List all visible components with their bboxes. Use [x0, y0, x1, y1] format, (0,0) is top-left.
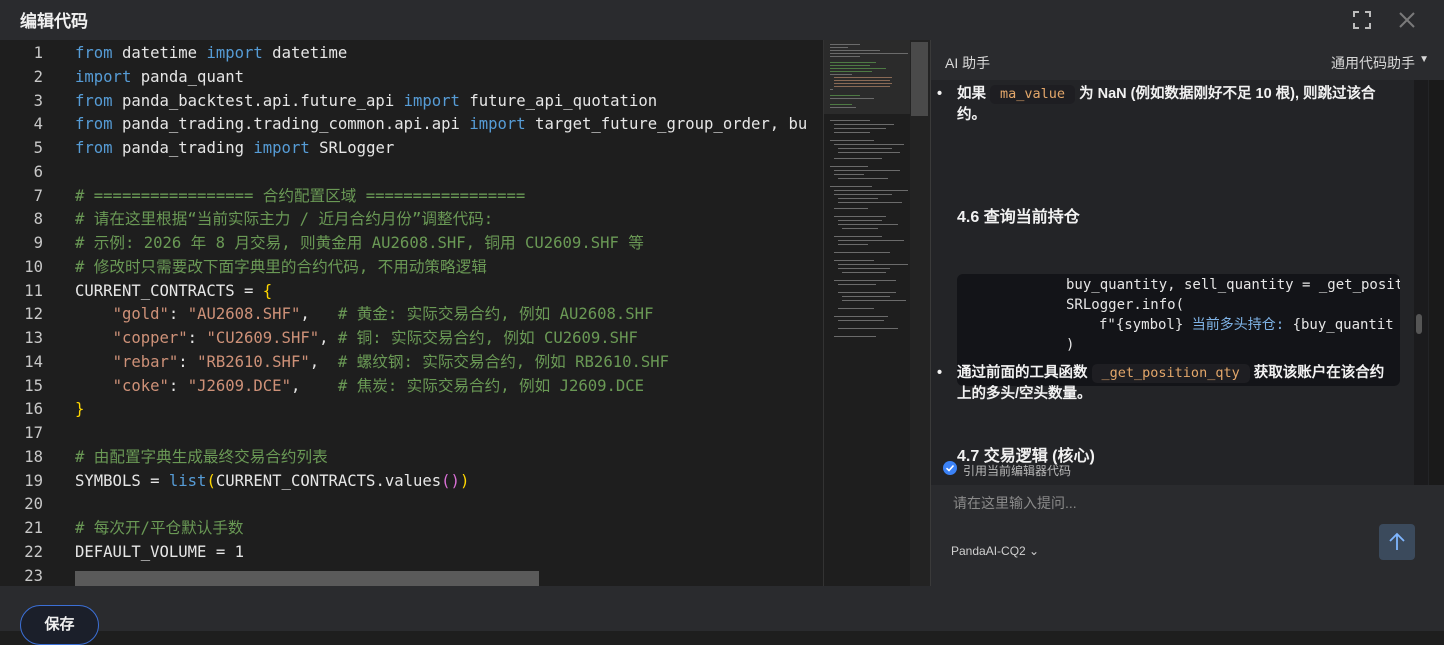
code-line: 18 # 由配置字典生成最终交易合约列表: [24, 448, 328, 466]
close-icon[interactable]: [1397, 10, 1417, 30]
code-line: 4 from panda_trading.trading_common.api.a…: [33, 115, 808, 133]
chat-messages: • 如果 ma_value 为 NaN (例如数据刚好不足 10 根), 则跳过该…: [931, 80, 1429, 485]
chat-scrollbar-thumb[interactable]: [1416, 314, 1422, 334]
code-line: 11 CURRENT_CONTRACTS = {: [24, 282, 273, 300]
code-line: 8 # 请在这里根据“当前实际主力 / 近月合约月份”调整代码:: [33, 210, 494, 228]
code-line: 2 import panda_quant: [33, 68, 245, 86]
editor-scrollbar-thumb[interactable]: [911, 42, 928, 116]
inline-code: _get_position_qty: [1091, 364, 1250, 383]
bullet-dot: •: [937, 365, 943, 381]
caret-down-icon[interactable]: ▼: [1419, 54, 1429, 65]
code-line: 15 "coke": "J2609.DCE", # 焦炭: 实际交易合约, 例如…: [24, 377, 645, 395]
selection-highlight: [75, 571, 539, 586]
question-input[interactable]: 请在这里输入提问...: [953, 493, 1077, 513]
code-line: 20: [24, 495, 43, 513]
list-item: • 通过前面的工具函数 _get_position_qty 获取该账户在该合约上的…: [937, 364, 1385, 402]
editor-minimap[interactable]: [823, 40, 911, 586]
code-line: 17: [24, 424, 43, 442]
ai-assistant-title: AI 助手: [945, 55, 991, 71]
code-line: 19 SYMBOLS = list(CURRENT_CONTRACTS.value…: [24, 472, 470, 490]
fullscreen-icon[interactable]: [1352, 10, 1372, 30]
code-line: 3 from panda_backtest.api.future_api impo…: [33, 92, 658, 110]
ai-assistant-panel: AI 助手 通用代码助手 ▼ • 如果 ma_value 为 NaN (例如数据刚…: [930, 40, 1444, 586]
code-line: 13 "copper": "CU2609.SHF", # 铜: 实际交易合约, …: [24, 329, 638, 347]
code-line: 22 DEFAULT_VOLUME = 1: [24, 543, 244, 561]
code-line: 16}: [24, 400, 85, 418]
code-line: 10 # 修改时只需要改下面字典里的合约代码, 不用动策略逻辑: [24, 258, 487, 276]
list-item: • 如果 ma_value 为 NaN (例如数据刚好不足 10 根), 则跳过该…: [937, 85, 1376, 123]
editor-scrollbar[interactable]: [910, 40, 930, 586]
arrow-up-icon: [1389, 532, 1405, 550]
chat-scrollbar[interactable]: [1414, 80, 1428, 485]
bullet-dot: •: [937, 86, 943, 102]
dialog-titlebar: 编辑代码: [0, 0, 1444, 40]
model-selector[interactable]: PandaAI-CQ2 ⌄: [951, 544, 1039, 558]
code-line: 21 # 每次开/平仓默认手数: [24, 519, 244, 537]
assistant-mode-dropdown[interactable]: 通用代码助手: [1331, 53, 1415, 73]
code-line: 5 from panda_trading import SRLogger: [33, 139, 395, 157]
code-line: 12 "gold": "AU2608.SHF", # 黄金: 实际交易合约, 例…: [24, 305, 654, 323]
code-editor[interactable]: 1 from datetime import datetime 2 import p…: [0, 40, 823, 586]
reference-editor-code-toggle[interactable]: 引用当前编辑器代码: [963, 462, 1071, 479]
dialog-footer: 保存: [0, 586, 1444, 645]
code-line: 14 "rebar": "RB2610.SHF", # 螺纹钢: 实际交易合约,…: [24, 353, 670, 371]
send-button[interactable]: [1379, 524, 1415, 560]
code-line: 1 from datetime import datetime: [33, 44, 348, 62]
code-line: 9 # 示例: 2026 年 8 月交易, 则黄金用 AU2608.SHF, 铜用…: [33, 234, 644, 252]
save-button[interactable]: 保存: [20, 605, 99, 645]
ai-assistant-header: AI 助手 通用代码助手 ▼: [931, 40, 1444, 80]
model-name: PandaAI-CQ2: [951, 544, 1026, 558]
check-circle-icon[interactable]: [943, 461, 957, 475]
chevron-down-icon: ⌄: [1025, 544, 1040, 558]
dialog-title: 编辑代码: [20, 12, 88, 31]
code-line: 6: [33, 163, 43, 181]
code-line: 7 # ================= 合约配置区域 ============…: [33, 187, 526, 205]
inline-code: ma_value: [990, 85, 1076, 104]
section-heading: 4.6 查询当前持仓: [957, 209, 1080, 226]
